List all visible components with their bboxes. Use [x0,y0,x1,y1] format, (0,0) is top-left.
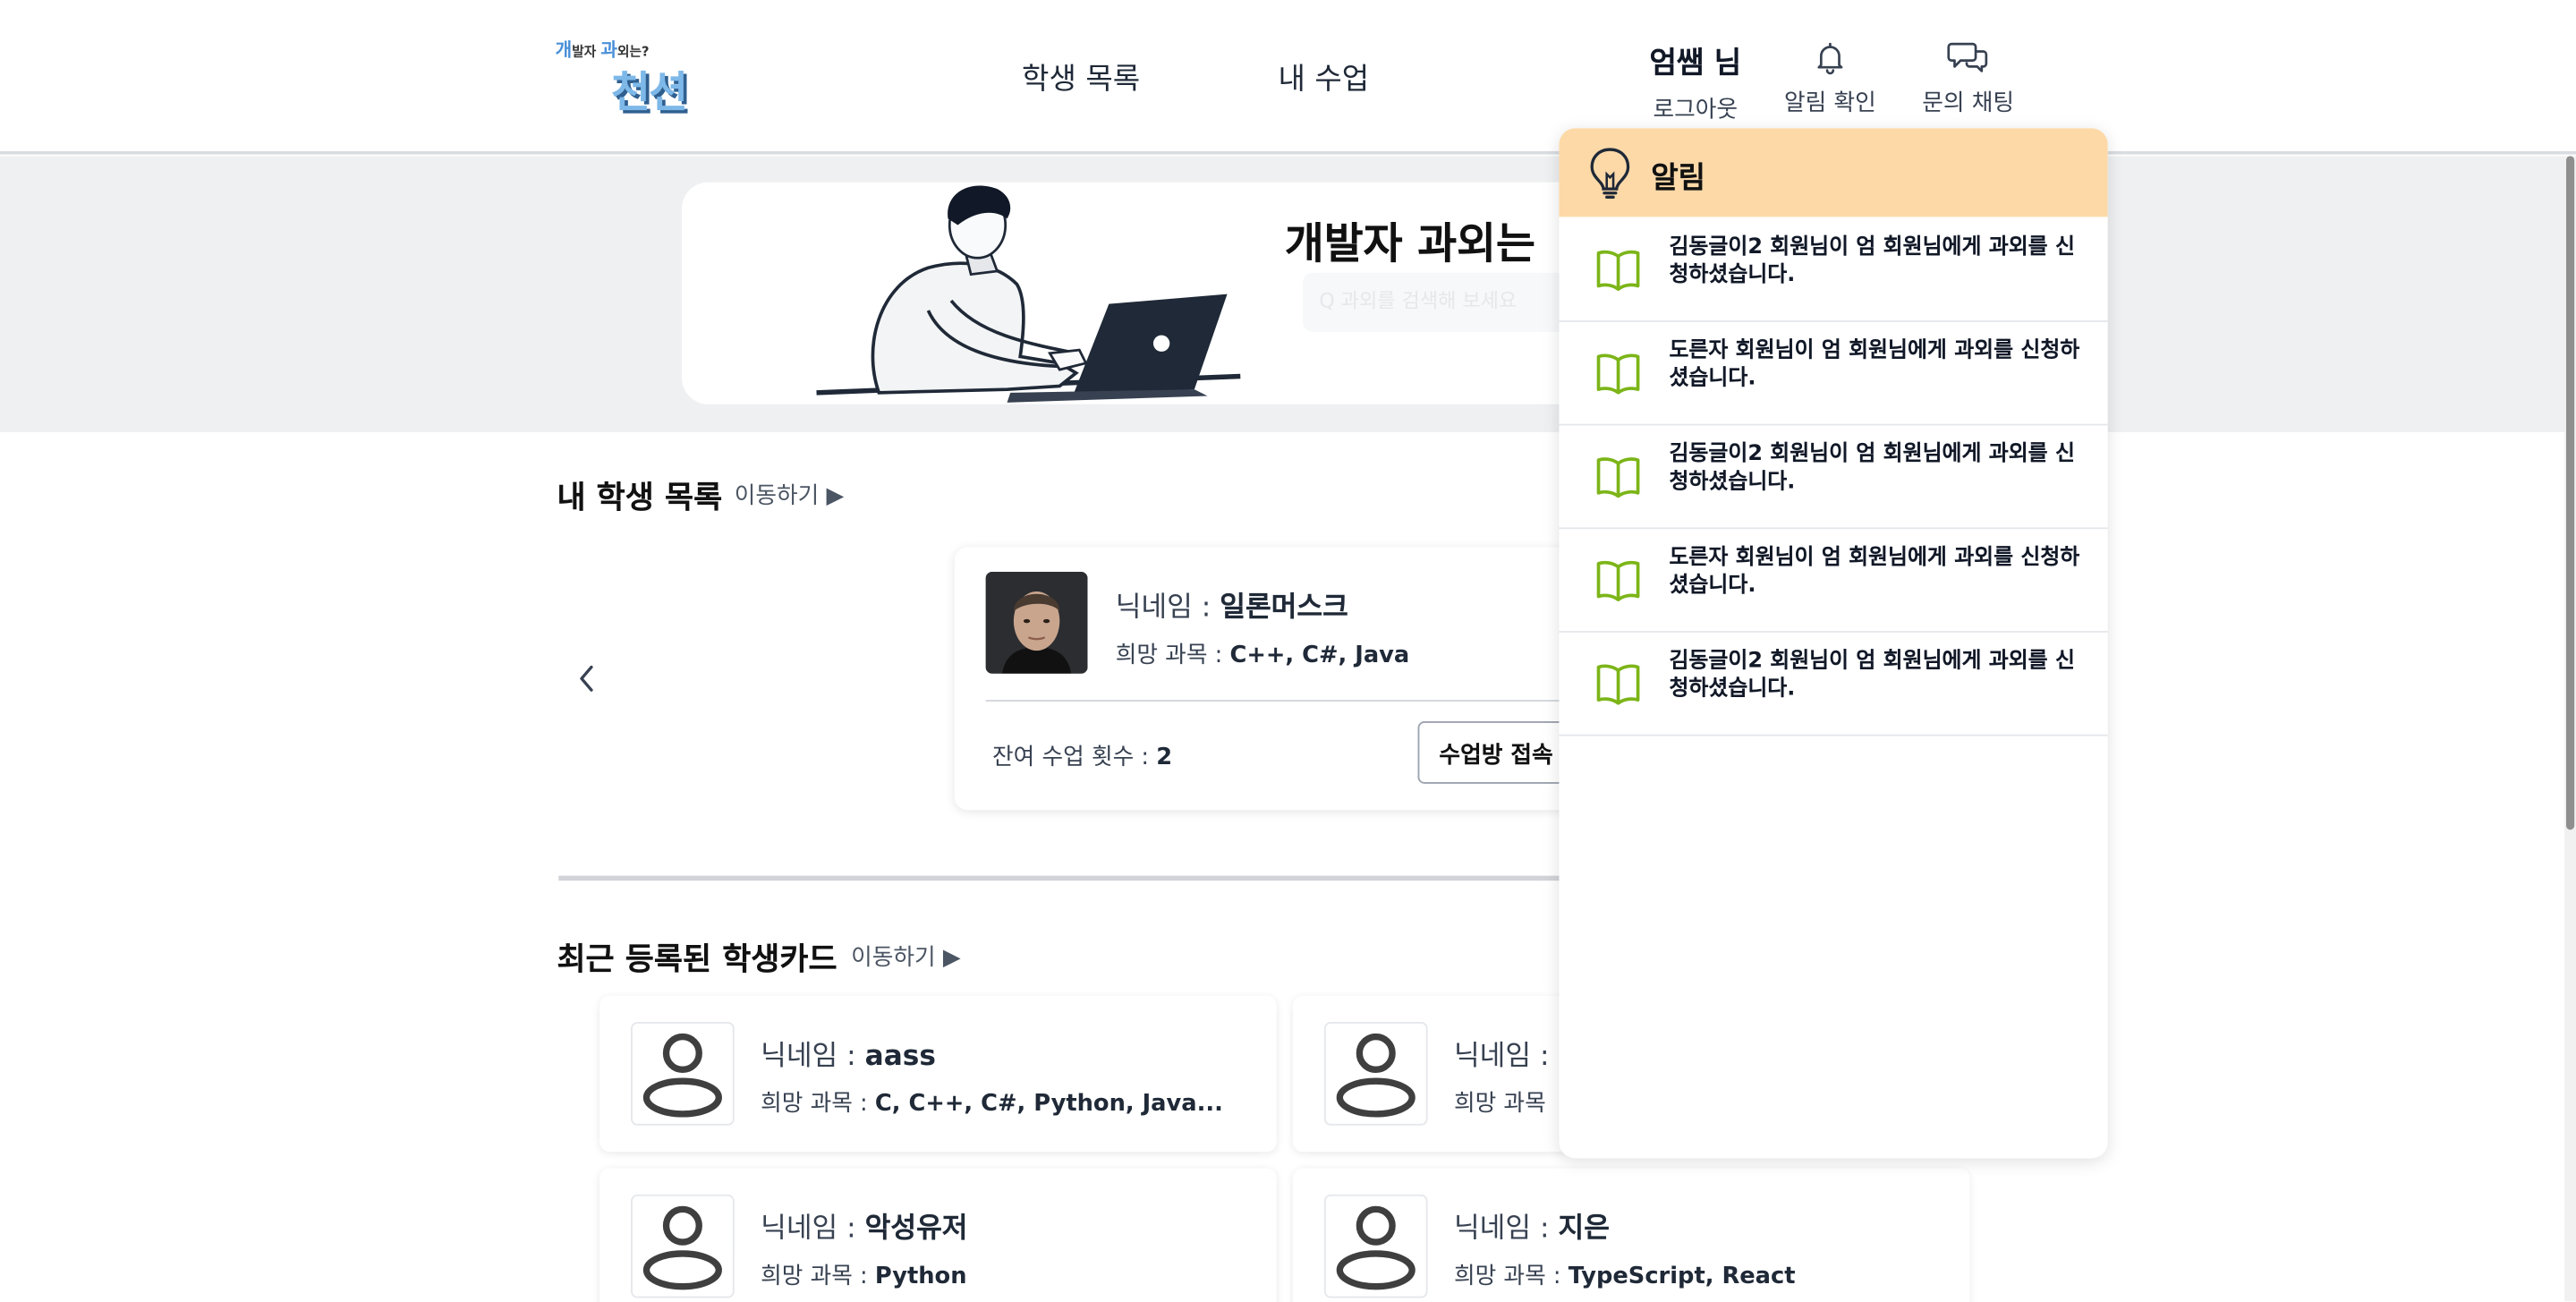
section-divider [558,875,1709,881]
user-placeholder-icon [1336,1033,1416,1118]
notification-text: 김동글이2 회원님이 엄 회원님에게 과외를 신청하셨습니다. [1669,649,2075,702]
avatar [1323,1022,1428,1126]
notification-panel-header: 알림 [1559,128,2108,217]
notification-panel-title: 알림 [1651,160,1706,196]
avatar [1323,1194,1428,1298]
page: 개발자 과외는? 천션 학생 목록 내 수업 엄쌤 님 로그아웃 알림 확인 문… [0,0,2576,1302]
logo-wordmark: 천션 [611,69,688,119]
subjects-value: C, C++, C#, Python, Java... [874,1091,1223,1118]
student-subjects: 희망 과목 : Python [761,1258,966,1291]
chevron-left-icon [580,665,593,692]
bell-icon [1817,42,1843,75]
logo-tagline-part: 발자 [572,44,601,60]
student-subjects: 희망 과목 : C, C++, C#, Python, Java... [761,1086,1223,1119]
student-nickname: 닉네임 : - [1454,1032,1570,1073]
student-card[interactable]: 닉네임 : 일론머스크 희망 과목 : C++, C#, Java 잔여 수업 … [954,547,1662,811]
remaining-value: 2 [1156,744,1173,771]
top-header: 개발자 과외는? 천션 학생 목록 내 수업 엄쌤 님 로그아웃 알림 확인 문… [0,0,2576,155]
lightbulb-icon [1590,148,1630,199]
student-subjects: 희망 과목 : C++, C#, Java [1116,637,1410,670]
notification-text: 김동글이2 회원님이 엄 회원님에게 과외를 신청하셨습니다. [1669,441,2075,495]
remaining-label: 잔여 수업 횟수 : [992,744,1157,771]
nickname-value: aass [864,1040,936,1073]
avatar [631,1022,735,1126]
student-subjects: 희망 과목 [1454,1086,1546,1119]
logo-tagline-part: 과 [600,39,617,61]
notification-item[interactable]: 도른자 회원님이 엄 회원님에게 과외를 신청하셨습니다. [1559,529,2108,633]
open-book-icon [1596,457,1640,498]
banner-title: 개발자 과외는 [1284,220,1535,270]
student-nickname: 닉네임 : aass [761,1032,936,1073]
developer-illustration [816,185,1241,403]
chat-button[interactable]: 문의 채팅 [1922,39,2014,118]
notification-text: 김동글이2 회원님이 엄 회원님에게 과외를 신청하셨습니다. [1669,234,2075,288]
my-students-title: 내 학생 목록 [557,480,723,516]
student-nickname: 닉네임 : 일론머스크 [1116,583,1348,625]
student-photo [985,571,1088,674]
page-canvas: 개발자 과외는? 천션 학생 목록 내 수업 엄쌤 님 로그아웃 알림 확인 문… [0,0,2576,1302]
carousel-prev-button[interactable] [568,657,604,700]
notification-item[interactable]: 김동글이2 회원님이 엄 회원님에게 과외를 신청하셨습니다. [1559,218,2108,322]
user-name: 엄쌤 님 [1649,46,1742,81]
chat-label: 문의 채팅 [1922,89,2015,117]
subjects-label: 희망 과목 : [761,1091,875,1118]
user-placeholder-icon [642,1205,722,1290]
student-nickname: 닉네임 : 지은 [1454,1204,1610,1246]
recent-cards-more-link[interactable]: 이동하기 ▶ [851,940,961,973]
subjects-label: 희망 과목 : [1453,1263,1569,1290]
notification-text: 도른자 회원님이 엄 회원님에게 과외를 신청하셨습니다. [1669,545,2080,599]
open-book-icon [1596,560,1640,602]
logout-link[interactable]: 로그아웃 [1649,92,1741,125]
student-nickname: 닉네임 : 악성유저 [761,1204,967,1246]
subjects-value: C++, C#, Java [1229,642,1410,669]
portrait-image [985,571,1088,674]
user-placeholder-icon [642,1033,722,1118]
student-subjects: 희망 과목 : TypeScript, React [1454,1258,1796,1291]
nav-my-classes[interactable]: 내 수업 [1278,55,1369,98]
page-scrollbar[interactable] [2564,156,2576,1302]
subjects-label: 희망 과목 [1453,1091,1546,1118]
nickname-value: 일론머스크 [1220,591,1348,625]
open-book-icon [1596,664,1640,705]
remaining-lessons: 잔여 수업 횟수 : 2 [992,739,1172,772]
open-book-icon [1596,250,1640,291]
subjects-value: Python [874,1263,967,1290]
notification-label: 알림 확인 [1784,89,1876,117]
notification-button[interactable]: 알림 확인 [1784,39,1876,118]
my-students-more-link[interactable]: 이동하기 ▶ [735,478,845,511]
notification-item[interactable]: 도른자 회원님이 엄 회원님에게 과외를 신청하셨습니다. [1559,322,2108,426]
user-menu: 엄쌤 님 로그아웃 [1649,39,1741,124]
chat-bubbles-icon [1947,42,1988,72]
logo-tagline-part: 외는? [616,44,650,60]
subjects-value: TypeScript, React [1568,1263,1796,1290]
user-placeholder-icon [1336,1205,1416,1290]
recent-student-card[interactable]: 닉네임 : 악성유저 희망 과목 : Python [599,1168,1277,1302]
nav-student-list[interactable]: 학생 목록 [1022,55,1140,98]
subjects-label: 희망 과목 : [761,1263,875,1290]
nickname-value: 악성유저 [864,1213,968,1246]
notification-panel: 알림 김동글이2 회원님이 엄 회원님에게 과외를 신청하셨습니다. 도른자 회… [1559,128,2108,1159]
nickname-label: 닉네임 : [761,1040,865,1073]
site-logo[interactable]: 개발자 과외는? 천션 [556,36,703,118]
nickname-label: 닉네임 : [761,1213,865,1246]
logo-tagline-part: 개 [555,39,573,61]
nickname-label: 닉네임 : [1453,1040,1559,1073]
recent-student-card[interactable]: 닉네임 : 지은 희망 과목 : TypeScript, React [1293,1168,1970,1302]
notification-item[interactable]: 김동글이2 회원님이 엄 회원님에게 과외를 신청하셨습니다. [1559,633,2108,736]
notification-text: 도른자 회원님이 엄 회원님에게 과외를 신청하셨습니다. [1669,338,2080,391]
open-book-icon [1596,353,1640,395]
recent-student-card[interactable]: 닉네임 : aass 희망 과목 : C, C++, C#, Python, J… [599,995,1277,1153]
nickname-label: 닉네임 : [1453,1213,1559,1246]
notification-item[interactable]: 김동글이2 회원님이 엄 회원님에게 과외를 신청하셨습니다. [1559,426,2108,530]
avatar [631,1194,735,1298]
subjects-label: 희망 과목 : [1115,642,1230,669]
scrollbar-thumb[interactable] [2565,156,2575,830]
recent-cards-title: 최근 등록된 학생카드 [557,941,837,978]
nickname-label: 닉네임 : [1115,591,1220,625]
nickname-value: 지은 [1558,1213,1610,1246]
